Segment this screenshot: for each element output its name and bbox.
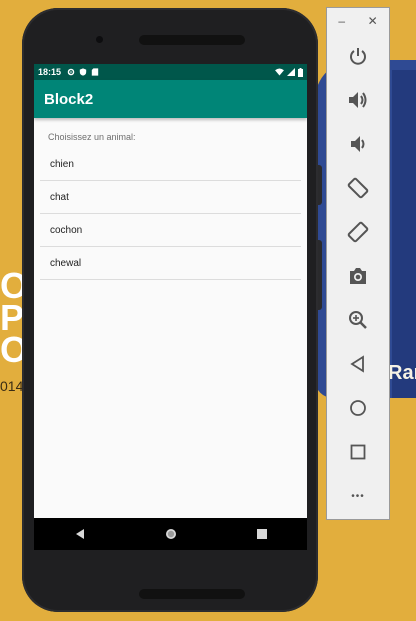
volume-up-icon (349, 92, 367, 108)
zoom-in-icon (349, 311, 367, 329)
emulator-toolbar: – ✕ ••• (326, 7, 390, 520)
front-camera (96, 36, 103, 43)
nav-recents-button[interactable] (242, 522, 282, 546)
power-button[interactable] (327, 40, 389, 72)
power-icon (350, 48, 366, 65)
rotate-left-button[interactable] (327, 172, 389, 204)
back-button[interactable] (327, 348, 389, 380)
back-icon (75, 529, 84, 539)
volume-hardware-button[interactable] (318, 240, 322, 310)
animal-list: chien chat cochon chewal (40, 148, 301, 280)
home-icon (165, 529, 176, 539)
battery-icon (298, 67, 303, 77)
list-item[interactable]: chien (40, 148, 301, 181)
close-button[interactable]: ✕ (368, 14, 378, 32)
overview-square-icon (350, 444, 366, 460)
volume-up-button[interactable] (327, 84, 389, 116)
status-bar: 18:15 (34, 64, 307, 80)
list-item-label: chien (50, 158, 74, 170)
app-bar: Block2 (34, 80, 307, 118)
rotate-right-button[interactable] (327, 216, 389, 248)
main-content: Choisissez un animal: chien chat cochon … (34, 118, 307, 280)
list-item-label: chewal (50, 257, 82, 269)
screenshot-button[interactable] (327, 260, 389, 292)
list-item[interactable]: cochon (40, 214, 301, 247)
back-triangle-icon (350, 355, 364, 373)
toolbar-window-controls: – ✕ (327, 8, 389, 32)
wifi-icon (275, 68, 284, 76)
camera-icon (350, 268, 366, 284)
app-title: Block2 (44, 90, 94, 108)
recents-icon (256, 529, 267, 539)
navigation-bar (34, 518, 307, 550)
status-time: 18:15 (38, 67, 62, 77)
sd-card-icon (91, 68, 99, 76)
zoom-button[interactable] (327, 304, 389, 336)
minimize-button[interactable]: – (338, 14, 345, 32)
nav-back-button[interactable] (60, 522, 100, 546)
settings-icon (67, 68, 75, 76)
home-circle-icon (350, 400, 366, 416)
home-button[interactable] (327, 392, 389, 424)
volume-down-icon (351, 136, 365, 152)
wallpaper-shape (392, 70, 416, 398)
overview-button[interactable] (327, 436, 389, 468)
rotate-right-icon (347, 221, 369, 243)
rotate-left-icon (347, 177, 369, 199)
volume-down-button[interactable] (327, 128, 389, 160)
more-icon: ••• (351, 490, 365, 502)
bottom-speaker (139, 589, 245, 599)
device-screen: 18:15 Block2 Choisissez un animal: chien… (34, 64, 307, 550)
more-button[interactable]: ••• (327, 480, 389, 512)
shield-icon (79, 68, 87, 76)
power-hardware-button[interactable] (318, 165, 322, 205)
list-item[interactable]: chewal (40, 247, 301, 280)
list-item[interactable]: chat (40, 181, 301, 214)
list-item-label: chat (50, 191, 69, 203)
nav-home-button[interactable] (151, 522, 191, 546)
earpiece-speaker (139, 35, 245, 45)
signal-icon (287, 68, 295, 76)
wallpaper-text: 014 (0, 378, 24, 394)
list-item-label: cochon (50, 224, 83, 236)
animal-prompt-label: Choisissez un animal: (48, 132, 136, 142)
wallpaper-text: Ran (388, 362, 416, 384)
